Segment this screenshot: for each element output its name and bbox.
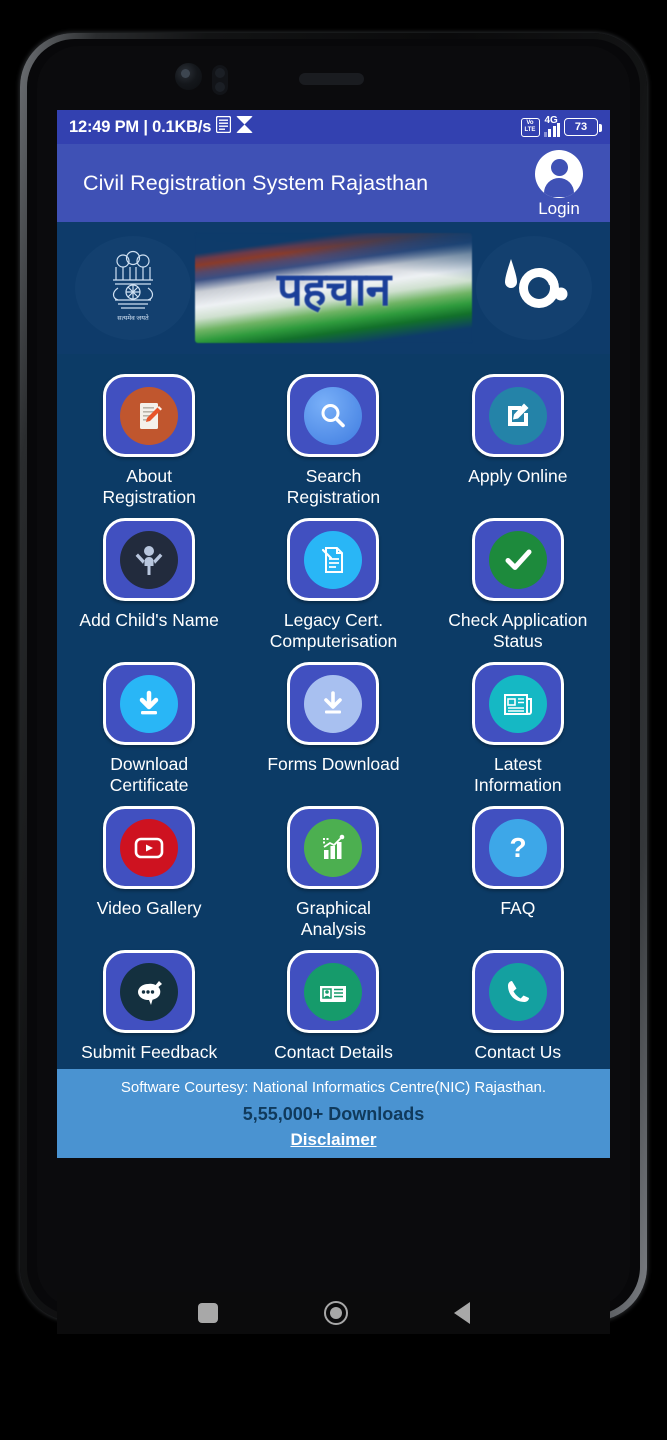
tile-legacy-cert-computerisation[interactable]: Legacy Cert. Computerisation: [241, 508, 425, 652]
tile-forms-download[interactable]: Forms Download: [241, 652, 425, 796]
pehchaan-banner-image: पहचान: [195, 233, 472, 343]
tile-box[interactable]: [287, 374, 380, 457]
tile-box[interactable]: ?: [471, 806, 564, 889]
tile-submit-feedback[interactable]: Submit Feedback: [57, 940, 241, 1063]
status-bar-right: Vo LTE 4G 73: [520, 115, 602, 137]
tile-label: Legacy Cert. Computerisation: [269, 610, 398, 651]
login-button[interactable]: Login: [522, 150, 596, 219]
tile-latest-information[interactable]: Latest Information: [426, 652, 610, 796]
footer: Software Courtesy: National Informatics …: [57, 1069, 610, 1158]
svg-text:सत्यमेव जयते: सत्यमेव जयते: [117, 314, 149, 322]
tile-faq[interactable]: ? FAQ: [426, 796, 610, 940]
tile-label: Apply Online: [468, 466, 568, 486]
question-mark-icon: ?: [488, 818, 547, 877]
tile-label: Check Application Status: [448, 610, 588, 651]
tile-box[interactable]: [287, 518, 380, 601]
tile-label: Graphical Analysis: [296, 898, 371, 939]
volte-line1: Vo: [526, 120, 534, 126]
tile-box[interactable]: [287, 950, 380, 1033]
contact-card-icon: [304, 962, 363, 1021]
nic-logo-icon: [476, 236, 592, 340]
tile-label: Forms Download: [267, 754, 400, 774]
status-bar-left: 12:49 PM | 0.1KB/s: [69, 115, 254, 138]
about-registration-icon: [120, 386, 179, 445]
forms-download-icon: [304, 674, 363, 733]
tile-add-childs-name[interactable]: Add Child's Name: [57, 508, 241, 652]
tile-label: Contact Us: [474, 1042, 562, 1062]
tile-search-registration[interactable]: Search Registration: [241, 364, 425, 508]
tile-label: About Registration: [102, 466, 196, 507]
tile-box[interactable]: [103, 374, 196, 457]
back-icon[interactable]: [453, 1302, 470, 1324]
tile-label: Contact Details: [274, 1042, 393, 1062]
login-label: Login: [538, 199, 580, 218]
page-title: Civil Registration System Rajasthan: [83, 170, 429, 195]
tile-box[interactable]: [287, 662, 380, 745]
footer-downloads-count: 5,55,000+ Downloads: [242, 1104, 425, 1124]
tile-label: Video Gallery: [96, 898, 202, 918]
legacy-document-icon: [304, 530, 363, 589]
search-icon: [304, 386, 363, 445]
tile-contact-details[interactable]: Contact Details: [241, 940, 425, 1063]
app-bar: Civil Registration System Rajasthan Logi…: [57, 144, 610, 222]
tile-check-application-status[interactable]: Check Application Status: [426, 508, 610, 652]
video-play-icon: [120, 818, 179, 877]
user-avatar-icon[interactable]: [535, 150, 583, 198]
tile-apply-online[interactable]: Apply Online: [426, 364, 610, 508]
tile-label: Latest Information: [474, 754, 562, 795]
tile-video-gallery[interactable]: Video Gallery: [57, 796, 241, 940]
footer-courtesy-text: Software Courtesy: National Informatics …: [120, 1079, 547, 1096]
banner: सत्यमेव जयते पहचान: [57, 222, 610, 354]
disclaimer-link[interactable]: Disclaimer: [291, 1130, 377, 1150]
battery-level: 73: [574, 121, 588, 133]
tile-label: Download Certificate: [109, 754, 189, 795]
tile-about-registration[interactable]: About Registration: [57, 364, 241, 508]
earpiece-speaker: [299, 73, 364, 85]
bar-chart-icon: [304, 818, 363, 877]
document-icon: [216, 115, 232, 138]
front-camera-icon: [175, 63, 202, 90]
apply-online-edit-icon: [488, 386, 547, 445]
tile-download-certificate[interactable]: Download Certificate: [57, 652, 241, 796]
child-icon: [120, 530, 179, 589]
tile-graphical-analysis[interactable]: Graphical Analysis: [241, 796, 425, 940]
app-icon: [236, 116, 254, 138]
status-bar: 12:49 PM | 0.1KB/s Vo LTE 4G 73: [57, 110, 610, 144]
proximity-sensor-icon: [212, 65, 228, 95]
tile-box[interactable]: [471, 374, 564, 457]
app-viewport: 12:49 PM | 0.1KB/s Vo LTE 4G 73 Civil Re…: [57, 110, 610, 1292]
download-circle-icon: [120, 674, 179, 733]
newspaper-icon: [488, 674, 547, 733]
tile-label: Add Child's Name: [79, 610, 219, 630]
tile-label: FAQ: [500, 898, 536, 918]
signal-icon: 4G: [543, 115, 560, 137]
feature-grid: About Registration Search Registration A…: [57, 354, 610, 1069]
network-type-label: 4G: [544, 115, 558, 126]
recent-apps-icon[interactable]: [197, 1303, 218, 1323]
tile-box[interactable]: [103, 950, 196, 1033]
status-time-and-network-speed: 12:49 PM | 0.1KB/s: [69, 117, 212, 136]
tile-contact-us[interactable]: Contact Us: [426, 940, 610, 1063]
tile-box[interactable]: [103, 806, 196, 889]
svg-text:?: ?: [509, 832, 526, 863]
tile-box[interactable]: [471, 662, 564, 745]
tile-box[interactable]: [471, 950, 564, 1033]
tile-box[interactable]: [103, 662, 196, 745]
tile-label: Search Registration: [286, 466, 381, 507]
pehchaan-label: पहचान: [276, 263, 391, 315]
tile-box[interactable]: [103, 518, 196, 601]
android-navigation-bar: [57, 1292, 610, 1334]
volte-icon: Vo LTE: [520, 117, 540, 137]
tile-box[interactable]: [471, 518, 564, 601]
check-circle-icon: [488, 530, 547, 589]
feedback-chat-icon: [120, 962, 179, 1021]
phone-icon: [488, 962, 547, 1021]
home-icon[interactable]: [323, 1301, 348, 1325]
tile-box[interactable]: [287, 806, 380, 889]
tile-label: Submit Feedback: [81, 1042, 218, 1062]
volte-line2: LTE: [524, 127, 536, 133]
battery-icon: 73: [564, 118, 602, 136]
india-state-emblem-icon: सत्यमेव जयते: [75, 236, 191, 340]
